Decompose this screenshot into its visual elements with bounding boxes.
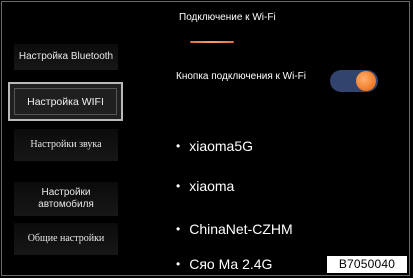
toggle-knob xyxy=(356,71,376,91)
bullet-icon: • xyxy=(176,139,181,153)
image-code-label: B7050040 xyxy=(327,256,407,273)
wifi-network-item[interactable]: • xiaoma5G xyxy=(176,138,253,154)
wifi-network-item[interactable]: • ChinaNet-CZHM xyxy=(176,221,293,237)
sidebar-item-bluetooth[interactable]: Настройка Bluetooth xyxy=(14,44,118,70)
network-name: xiaoma xyxy=(189,178,235,194)
sidebar-item-wifi[interactable]: Настройка WIFI xyxy=(8,82,123,121)
sidebar-item-label: Настройка Bluetooth xyxy=(18,51,114,62)
page-title: Подключение к Wi-Fi xyxy=(179,12,276,23)
wifi-toggle-label: Кнопка подключения к Wi-Fi xyxy=(176,71,306,82)
network-name: Сяо Ма 2.4G xyxy=(189,256,273,272)
tab-indicator xyxy=(190,41,234,43)
bullet-icon: • xyxy=(176,222,181,236)
bullet-icon: • xyxy=(176,179,181,193)
sidebar-item-label: Настройка WIFI xyxy=(27,95,104,108)
sidebar-item-general[interactable]: Общие настройки xyxy=(14,223,118,255)
network-name: xiaoma5G xyxy=(189,138,254,154)
wifi-network-item[interactable]: • Сяо Ма 2.4G xyxy=(176,256,272,272)
network-name: ChinaNet-CZHM xyxy=(189,221,293,237)
bullet-icon: • xyxy=(176,257,181,271)
wifi-network-item[interactable]: • xiaoma xyxy=(176,178,234,194)
sidebar-item-label: Настройки звука xyxy=(30,139,102,150)
sidebar-item-vehicle[interactable]: Настройки автомобиля xyxy=(14,182,118,216)
sidebar-item-label: Настройки автомобиля xyxy=(38,187,94,210)
sidebar-item-label: Общие настройки xyxy=(27,233,105,244)
settings-sidebar: Настройка Bluetooth Настройка WIFI Настр… xyxy=(8,36,123,276)
sidebar-item-sound[interactable]: Настройки звука xyxy=(14,129,118,161)
wifi-toggle-switch[interactable] xyxy=(330,70,378,92)
